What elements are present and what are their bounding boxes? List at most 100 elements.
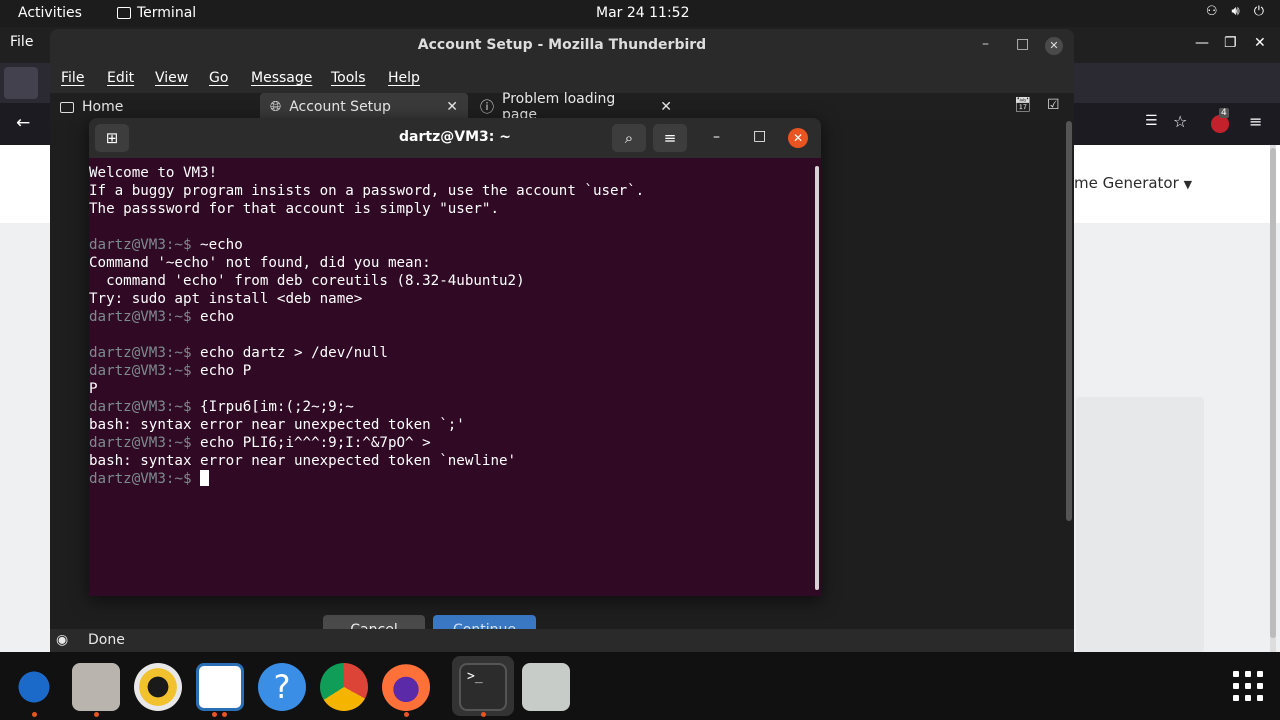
window-title: Account Setup - Mozilla Thunderbird <box>417 37 707 53</box>
minimize-icon[interactable]: – <box>713 129 720 145</box>
close-icon[interactable]: ✕ <box>788 128 808 148</box>
thunderbird-icon[interactable] <box>10 663 58 711</box>
line-text: echo P <box>200 363 252 379</box>
page-panel <box>1076 397 1204 652</box>
tab-account-setup[interactable]: 🌐︎ Account Setup ✕ <box>260 93 468 121</box>
chrome-icon[interactable] <box>320 663 368 711</box>
shell-prompt: dartz@VM3:~$ <box>89 399 201 415</box>
dropdown-caret-icon: ▼ <box>1183 178 1193 191</box>
info-icon: ⓘ <box>480 100 494 116</box>
terminal-output[interactable]: Welcome to VM3! If a buggy program insist… <box>89 162 813 596</box>
app-name: Terminal <box>137 5 197 21</box>
status-text: Done <box>88 632 125 648</box>
maximize-icon[interactable]: □ <box>753 128 766 144</box>
close-icon[interactable]: ✕ <box>1045 37 1063 55</box>
search-icon[interactable]: ⌕ <box>612 124 646 152</box>
line-text: echo dartz > /dev/null <box>200 345 388 361</box>
menu-message[interactable]: Message <box>251 70 312 86</box>
clock[interactable]: Mar 24 11:52 <box>596 5 689 21</box>
terminal-command-line: dartz@VM3:~$ echo <box>89 308 813 326</box>
line-text: If a buggy program insists on a password… <box>89 183 645 199</box>
network-icon[interactable]: ⚇ <box>1206 4 1218 19</box>
minimize-icon[interactable]: – <box>982 36 989 52</box>
shell-prompt: dartz@VM3:~$ <box>89 309 201 325</box>
terminal-command-line: dartz@VM3:~$ echo PLI6;i^^^:9;I:^&7pO^ > <box>89 434 813 452</box>
dock: ? >_ <box>0 652 1280 720</box>
rhythmbox-icon[interactable] <box>134 663 182 711</box>
terminal-app-icon <box>117 7 131 19</box>
firefox-tab[interactable] <box>4 67 38 99</box>
menu-tools[interactable]: Tools <box>331 70 366 86</box>
terminal-output-line: Welcome to VM3! <box>89 164 813 182</box>
globe-icon: 🌐︎ <box>270 99 282 115</box>
tasks-icon[interactable]: ☑ <box>1047 97 1060 113</box>
maximize-icon[interactable]: □ <box>1016 36 1029 52</box>
firefox-icon[interactable] <box>382 663 430 711</box>
line-text: P <box>89 381 98 397</box>
menu-go[interactable]: Go <box>209 70 228 86</box>
tab-problem-loading[interactable]: ⓘ Problem loading page ✕ <box>470 91 682 123</box>
firefox-close-icon[interactable]: ✕ <box>1254 35 1266 51</box>
menu-bar: File Edit View Go Message Tools Help <box>50 63 1074 93</box>
terminal-output-line: Command '~echo' not found, did you mean: <box>89 254 813 272</box>
terminal-output-line: The passsword for that account is simply… <box>89 200 813 218</box>
terminal-command-line: dartz@VM3:~$ <box>89 470 813 488</box>
terminal-output-line: bash: syntax error near unexpected token… <box>89 416 813 434</box>
calendar-icon[interactable]: 📅︎ <box>1014 97 1032 113</box>
firefox-minimize-icon[interactable]: — <box>1195 35 1209 51</box>
terminal-title: dartz@VM3: ~ <box>399 129 511 145</box>
back-arrow-icon[interactable]: ← <box>16 113 30 133</box>
menu-file[interactable]: File <box>61 70 84 86</box>
top-bar: Activities Terminal Mar 24 11:52 ⚇ 🔊︎ ⏻ <box>0 0 1280 27</box>
menu-help[interactable]: Help <box>388 70 420 86</box>
terminal-output-line: command 'echo' from deb coreutils (8.32-… <box>89 272 813 290</box>
activities-button[interactable]: Activities <box>18 5 82 21</box>
thunderbird-titlebar: Account Setup - Mozilla Thunderbird – □ … <box>50 29 1074 63</box>
tab-home[interactable]: Home <box>50 93 133 121</box>
line-text: Command '~echo' not found, did you mean: <box>89 255 431 271</box>
line-text: Welcome to VM3! <box>89 165 218 181</box>
menu-view[interactable]: View <box>155 70 188 86</box>
firefox-menu-file[interactable]: File <box>10 34 33 50</box>
shell-prompt: dartz@VM3:~$ <box>89 363 201 379</box>
firefox-restore-icon[interactable]: ❐ <box>1224 35 1237 51</box>
menu-edit[interactable]: Edit <box>107 70 134 86</box>
line-text: {Irpu6[im:(;2~;9;~ <box>200 399 354 415</box>
thunderbird-scrollbar[interactable] <box>1066 121 1072 521</box>
line-text: The passsword for that account is simply… <box>89 201 499 217</box>
bookmark-star-icon[interactable]: ☆ <box>1173 112 1187 131</box>
writer-icon[interactable] <box>196 663 244 711</box>
tab-close-icon[interactable]: ✕ <box>446 99 458 115</box>
hamburger-menu-icon[interactable]: ≡ <box>653 124 687 152</box>
terminal-output-line: If a buggy program insists on a password… <box>89 182 813 200</box>
files-icon[interactable] <box>72 663 120 711</box>
line-text: echo PLI6;i^^^:9;I:^&7pO^ > <box>200 435 431 451</box>
line-text: Try: sudo apt install <deb name> <box>89 291 363 307</box>
tab-close-icon[interactable]: ✕ <box>660 99 672 115</box>
terminal-command-line: dartz@VM3:~$ ~echo <box>89 236 813 254</box>
line-text: ~echo <box>200 237 243 253</box>
power-icon[interactable]: ⏻ <box>1254 4 1264 19</box>
volume-icon[interactable]: 🔊︎ <box>1232 4 1240 19</box>
help-icon[interactable]: ? <box>258 663 306 711</box>
terminal-output-line: P <box>89 380 813 398</box>
tab-bar: Home 🌐︎ Account Setup ✕ ⓘ Problem loadin… <box>50 91 1074 123</box>
terminal-icon[interactable]: >_ <box>459 663 507 711</box>
terminal-command-line: dartz@VM3:~$ echo P <box>89 362 813 380</box>
generator-menu[interactable]: me Generator ▼ <box>1074 174 1192 192</box>
show-applications-icon[interactable] <box>1233 671 1263 701</box>
system-tray[interactable]: ⚇ 🔊︎ ⏻ <box>1206 4 1264 19</box>
online-status-icon[interactable]: ◉ <box>56 632 68 648</box>
trash-icon[interactable] <box>522 663 570 711</box>
terminal-headerbar: ⊞ dartz@VM3: ~ ⌕ ≡ – □ ✕ <box>89 118 821 158</box>
status-bar: ◉ Done <box>50 629 1074 652</box>
hamburger-menu-icon[interactable]: ≡ <box>1249 112 1262 131</box>
reader-view-icon[interactable]: ☰ <box>1145 113 1158 129</box>
terminal-scrollbar[interactable] <box>815 166 819 590</box>
shell-prompt: dartz@VM3:~$ <box>89 237 201 253</box>
firefox-scrollbar[interactable] <box>1270 145 1276 652</box>
app-menu[interactable]: Terminal <box>117 5 196 21</box>
shell-prompt: dartz@VM3:~$ <box>89 435 201 451</box>
